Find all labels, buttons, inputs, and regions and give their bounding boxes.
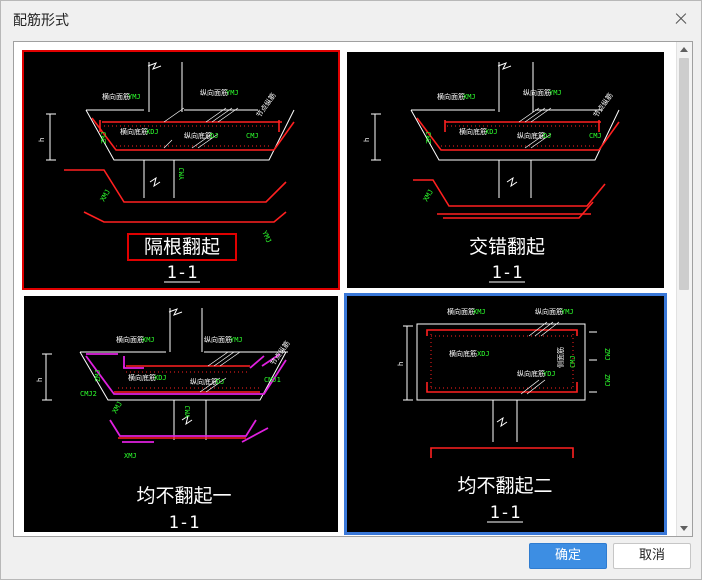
drawing-label: 横向底筋 bbox=[128, 373, 156, 382]
drawing-label: 节点纵筋 bbox=[254, 91, 277, 119]
drawing-label: YMJ bbox=[260, 229, 273, 244]
drawing-label: XDJ bbox=[477, 350, 490, 358]
drawing-label: XMJ bbox=[473, 308, 486, 316]
opt1-label-top-h: 横向面筋 bbox=[102, 92, 130, 101]
drawing-label: ZMJ bbox=[603, 374, 611, 387]
drawing-label: 纵向底筋 bbox=[517, 131, 545, 140]
close-icon[interactable] bbox=[671, 9, 691, 29]
drawing-label: XDJ bbox=[154, 374, 167, 382]
drawing-label: ZMJ bbox=[425, 131, 433, 144]
scroll-up-icon[interactable] bbox=[677, 42, 692, 57]
drawing-label: 节点纵筋 bbox=[591, 91, 614, 119]
option-card-2[interactable]: 横向面筋 XMJ 纵向面筋 YMJ 横向底筋 XDJ 纵向底筋 DJ CMJ 节… bbox=[345, 50, 666, 290]
drawing-label: YMJ bbox=[230, 336, 243, 344]
option-4-drawing: 横向面筋 XMJ 纵向面筋 YMJ 横向底筋 XDJ 纵向底筋 YDJ 侧面筋 … bbox=[397, 307, 611, 523]
option-2-title: 交错翻起 bbox=[469, 236, 545, 258]
option-card-1[interactable]: 横向面筋 YMJ 纵向面筋 YMJ 横向底筋 XDJ 纵向底筋 DJ CMJ 节… bbox=[22, 50, 340, 290]
drawing-label: 横向底筋 bbox=[459, 127, 487, 136]
drawing-label: CMJ1 bbox=[264, 376, 281, 384]
option-3-section: 1-1 bbox=[169, 513, 200, 532]
drawing-label: 横向面筋 bbox=[437, 92, 465, 101]
drawing-label: 纵向底筋 bbox=[190, 377, 218, 386]
drawing-label: YMJ bbox=[128, 93, 141, 101]
drawing-label: h bbox=[363, 138, 371, 142]
drawing-label: YMJ bbox=[178, 167, 186, 180]
scroll-down-icon[interactable] bbox=[677, 521, 692, 536]
drawing-label: YMJ bbox=[561, 308, 574, 316]
drawing-label: XMJ bbox=[463, 93, 476, 101]
vertical-scrollbar[interactable] bbox=[676, 42, 692, 536]
drawing-label: DJ bbox=[210, 132, 218, 140]
drawing-label: 纵向底筋 bbox=[184, 131, 212, 140]
option-1-title: 隔根翻起 bbox=[144, 236, 220, 258]
option-card-4[interactable]: 横向面筋 XMJ 纵向面筋 YMJ 横向底筋 XDJ 纵向底筋 YDJ 侧面筋 … bbox=[345, 294, 666, 534]
drawing-label: XMJ bbox=[422, 188, 435, 203]
drawing-label: 纵向面筋 bbox=[200, 88, 228, 97]
option-3-title: 均不翻起一 bbox=[136, 485, 231, 507]
drawing-label: ZMJ bbox=[94, 369, 102, 382]
option-1-drawing: 横向面筋 YMJ 纵向面筋 YMJ 横向底筋 XDJ 纵向底筋 DJ CMJ 节… bbox=[38, 62, 295, 283]
drawing-label: YDJ bbox=[543, 370, 556, 378]
option-2-section: 1-1 bbox=[492, 263, 523, 283]
options-grid: 横向面筋 YMJ 纵向面筋 YMJ 横向底筋 XDJ 纵向底筋 DJ CMJ 节… bbox=[14, 42, 676, 536]
drawing-label: 纵向面筋 bbox=[523, 88, 551, 97]
drawing-label: 纵向底筋 bbox=[517, 369, 545, 378]
drawing-label: 横向底筋 bbox=[120, 127, 148, 136]
cancel-button[interactable]: 取消 bbox=[613, 543, 691, 569]
drawing-label: DJ bbox=[543, 132, 551, 140]
option-2-drawing: 横向面筋 XMJ 纵向面筋 YMJ 横向底筋 XDJ 纵向底筋 DJ CMJ 节… bbox=[363, 62, 620, 283]
drawing-label: CMJ2 bbox=[80, 390, 97, 398]
title-bar: 配筋形式 bbox=[1, 1, 701, 37]
drawing-label: XMJ bbox=[111, 400, 124, 415]
dialog-title: 配筋形式 bbox=[13, 13, 69, 29]
drawing-label: h bbox=[36, 378, 44, 382]
drawing-label: YMJ bbox=[184, 405, 192, 418]
option-card-3[interactable]: 横向面筋 XMJ 纵向面筋 YMJ 横向底筋 XDJ 纵向底筋 DJ CMJ1 … bbox=[22, 294, 340, 534]
drawing-label: XDJ bbox=[485, 128, 498, 136]
drawing-label: 纵向面筋 bbox=[535, 307, 563, 316]
ok-button[interactable]: 确定 bbox=[529, 543, 607, 569]
drawing-label: h bbox=[38, 138, 46, 142]
drawing-label: XMJ bbox=[99, 188, 112, 203]
drawing-label: ZMJ bbox=[603, 348, 611, 361]
drawing-label: YMJ bbox=[226, 89, 239, 97]
option-4-section: 1-1 bbox=[490, 503, 521, 523]
drawing-label: DJ bbox=[216, 378, 224, 386]
drawing-label: 横向面筋 bbox=[447, 307, 475, 316]
drawing-label: YMJ bbox=[549, 89, 562, 97]
option-1-section: 1-1 bbox=[167, 263, 198, 283]
drawing-label: 纵向面筋 bbox=[204, 335, 232, 344]
option-4-title: 均不翻起二 bbox=[457, 475, 552, 497]
option-3-drawing: 横向面筋 XMJ 纵向面筋 YMJ 横向底筋 XDJ 纵向底筋 DJ CMJ1 … bbox=[36, 308, 292, 532]
drawing-label: XDJ bbox=[146, 128, 159, 136]
drawing-label: h bbox=[397, 362, 405, 366]
drawing-label: XMJ bbox=[124, 452, 137, 460]
rebar-form-dialog: 配筋形式 横向面筋 YMJ 纵向面筋 YMJ 横向底筋 XDJ 纵向底筋 DJ … bbox=[0, 0, 702, 580]
scroll-thumb[interactable] bbox=[679, 58, 689, 290]
drawing-label: CMJ bbox=[246, 132, 259, 140]
options-panel: 横向面筋 YMJ 纵向面筋 YMJ 横向底筋 XDJ 纵向底筋 DJ CMJ 节… bbox=[13, 41, 693, 537]
drawing-label: XMJ bbox=[142, 336, 155, 344]
drawing-label: 侧面筋 bbox=[556, 347, 565, 368]
drawing-label: 横向面筋 bbox=[116, 335, 144, 344]
drawing-label: 横向底筋 bbox=[449, 349, 477, 358]
drawing-label: ZMJ bbox=[100, 131, 108, 144]
drawing-label: CMJ bbox=[589, 132, 602, 140]
drawing-label: CMJ bbox=[569, 355, 577, 368]
